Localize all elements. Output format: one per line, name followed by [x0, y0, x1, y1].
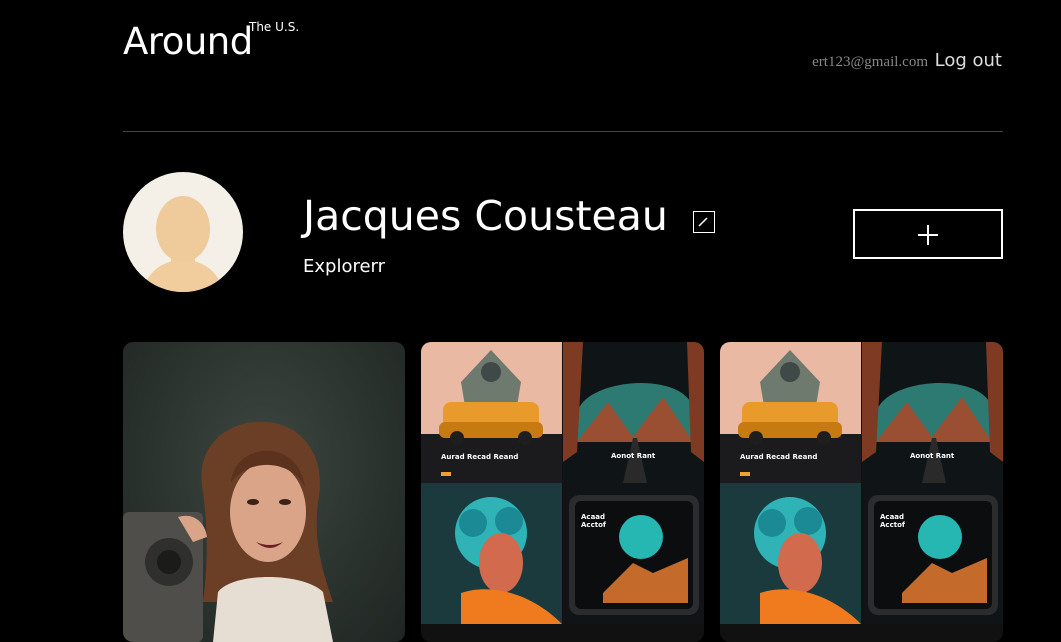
header-divider	[123, 131, 1003, 132]
portrait-photo	[123, 421, 333, 642]
mockup-tile-car: Aurad Recad Reand	[421, 342, 562, 483]
mockup-tile-road: Aonot Rant	[563, 342, 704, 483]
gallery-card-mockups[interactable]: Aurad Recad Reand Aonot Rant Acaad Accto…	[421, 342, 704, 642]
mockup-tile-tablet: Acaad Acctof	[862, 483, 1003, 624]
mockup-title: Aonot Rant	[910, 452, 955, 460]
user-email: ert123@gmail.com	[812, 54, 928, 70]
mockup-title: Aurad Recad Reand	[740, 453, 818, 461]
add-post-button[interactable]	[853, 209, 1003, 259]
avatar[interactable]	[123, 172, 243, 292]
profile-name: Jacques Cousteau	[303, 192, 668, 240]
mockup-tile-portrait	[421, 483, 562, 624]
profile-role: Explorerr	[303, 256, 386, 277]
mockup-tile-tablet: Acaad Acctof	[563, 483, 704, 624]
mockup-title: Aurad Recad Reand	[441, 453, 519, 461]
plus-icon	[918, 225, 938, 245]
logo[interactable]: Around	[123, 20, 253, 63]
gallery-card-mockups[interactable]: Aurad Recad Reand Aonot Rant Acaad Accto…	[720, 342, 1003, 642]
mockup-tile-portrait	[720, 483, 861, 624]
gallery-card-portrait[interactable]	[123, 342, 405, 642]
mockup-tile-car: Aurad Recad Reand	[720, 342, 861, 483]
avatar-placeholder-icon	[143, 196, 223, 292]
mockup-title: Acaad Acctof	[880, 513, 905, 529]
logout-link[interactable]: Log out	[935, 50, 1002, 71]
mockup-tile-road: Aonot Rant	[862, 342, 1003, 483]
logo-location: The U.S.	[249, 20, 300, 34]
mockup-title: Aonot Rant	[611, 452, 656, 460]
pencil-icon	[698, 217, 708, 227]
mockup-title: Acaad Acctof	[581, 513, 606, 529]
edit-name-button[interactable]	[693, 211, 715, 233]
